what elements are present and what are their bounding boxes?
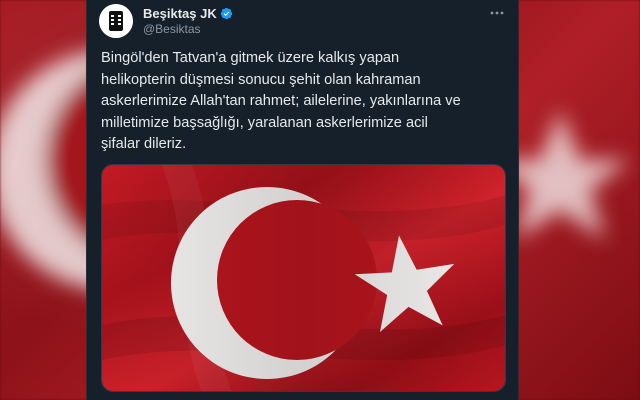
turkish-flag-image	[102, 165, 505, 391]
verified-badge-icon	[220, 7, 232, 20]
name-row: Beşiktaş JK	[143, 6, 233, 21]
tweet-text-line: milletimize başsağlığı, yaralanan askerl…	[101, 114, 428, 131]
display-name[interactable]: Beşiktaş JK	[143, 6, 217, 21]
tweet-text: Bingöl'den Tatvan'a gitmek üzere kalkış …	[101, 48, 511, 156]
tweet-text-line: askerlerimize Allah'tan rahmet; aileleri…	[101, 93, 461, 109]
tweet-text-line: helikopterin düşmesi sonucu şehit olan k…	[101, 71, 421, 88]
tweet-text-line: Bingöl'den Tatvan'a gitmek üzere kalkış …	[101, 50, 400, 66]
tweet-header: Beşiktaş JK @Besiktas	[99, 4, 506, 38]
screen: Beşiktaş JK @Besiktas Bingöl'den Tatvan'…	[0, 0, 640, 400]
besiktas-logo-icon	[99, 4, 133, 38]
avatar[interactable]	[99, 4, 133, 38]
more-horizontal-icon[interactable]	[488, 6, 506, 20]
tweet-media-image[interactable]	[101, 164, 506, 392]
user-handle[interactable]: @Besiktas	[143, 22, 201, 36]
tweet-card[interactable]: Beşiktaş JK @Besiktas Bingöl'den Tatvan'…	[86, 0, 519, 400]
tweet-text-line: şifalar dileriz.	[101, 136, 187, 152]
